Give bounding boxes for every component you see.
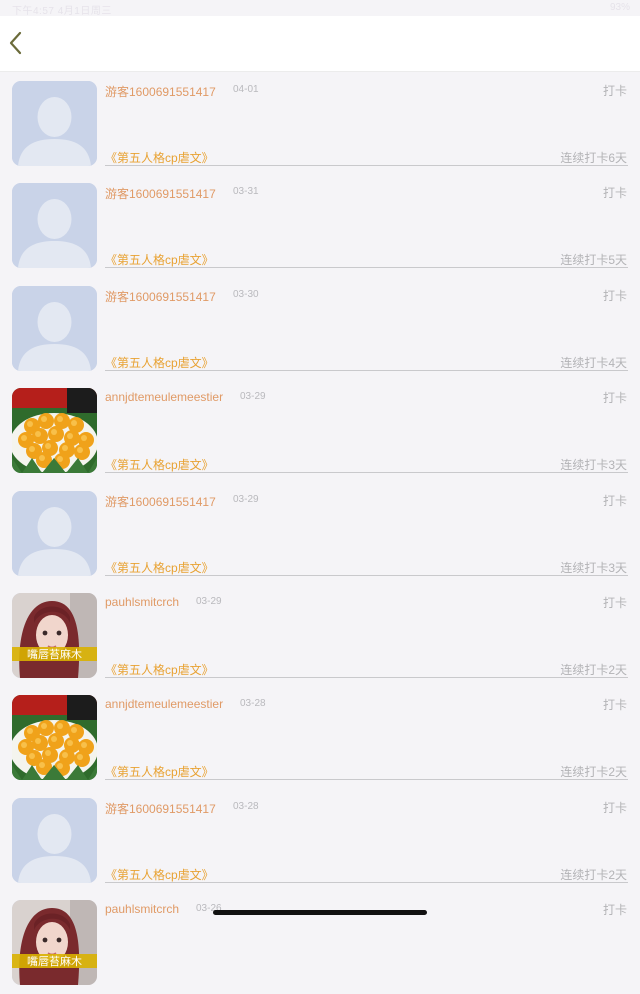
username[interactable]: pauhlsmitcrch (105, 902, 179, 916)
book-title-link[interactable]: 《第五人格cp虐文》 (105, 149, 214, 166)
checkin-label: 打卡 (602, 84, 627, 98)
checkin-label: 打卡 (602, 903, 627, 918)
checkin-label: 打卡 (602, 288, 627, 303)
row-divider (105, 676, 628, 678)
checkin-row[interactable]: annjdtemeulemeestier 03-28 打卡《第五人格cp虐文》 连续打… (0, 686, 640, 788)
book-title-link[interactable]: 《第五人格cp虐文》 (105, 559, 214, 576)
checkin-label: 打卡 (602, 391, 627, 406)
back-button[interactable] (6, 28, 28, 58)
avatar[interactable]: 嘴唇苔麻木 (12, 900, 97, 986)
row-divider (105, 165, 628, 166)
chevron-left-icon (9, 31, 22, 55)
avatar[interactable] (12, 183, 97, 269)
streak-count: 连续打卡3天 (560, 560, 627, 575)
avatar[interactable] (12, 695, 97, 781)
username[interactable]: annjdtemeulemeestier (105, 390, 223, 404)
row-divider (105, 881, 628, 883)
username[interactable]: annjdtemeulemeestier (105, 697, 223, 711)
checkin-row[interactable]: 游客1600691551417 03-31 打卡《第五人格cp虐文》 连续打卡5天 (0, 174, 640, 276)
nav-bar (0, 16, 640, 72)
streak-count: 连续打卡4天 (560, 355, 627, 370)
checkin-row[interactable]: 游客1600691551417 04-01 打卡《第五人格cp虐文》 连续打卡6天 (0, 72, 640, 174)
checkin-row[interactable]: 嘴唇苔麻木 pauhlsmitcrch 03-29 打卡《第五人格cp虐文》 连续打卡2… (0, 584, 640, 686)
book-title-link[interactable]: 《第五人格cp虐文》 (105, 456, 214, 473)
avatar[interactable] (12, 388, 97, 474)
avatar[interactable]: 嘴唇苔麻木 (12, 592, 97, 678)
row-divider (105, 472, 628, 474)
avatar[interactable] (12, 797, 97, 883)
avatar[interactable] (12, 81, 97, 166)
battery-status: 93% (609, 2, 630, 13)
status-time: 下午4:57 4月1日周三 (12, 6, 112, 17)
book-title-link[interactable]: 《第五人格cp虐文》 (105, 354, 214, 371)
streak-count: 连续打卡6天 (560, 151, 627, 165)
streak-count: 连续打卡2天 (560, 867, 627, 882)
avatar[interactable] (12, 285, 97, 371)
svg-text:嘴唇苔麻木: 嘴唇苔麻木 (27, 954, 82, 968)
home-indicator (213, 910, 427, 915)
post-date: 03-30 (233, 288, 259, 300)
streak-count: 连续打卡2天 (560, 662, 627, 677)
book-title-link[interactable]: 《第五人格cp虐文》 (105, 763, 214, 780)
streak-count: 连续打卡5天 (560, 253, 627, 268)
book-title-link[interactable]: 《第五人格cp虐文》 (105, 661, 214, 678)
book-title-link[interactable]: 《第五人格cp虐文》 (105, 251, 214, 268)
checkin-label: 打卡 (602, 698, 627, 713)
post-date: 03-31 (233, 186, 259, 198)
username[interactable]: 游客1600691551417 (105, 800, 216, 817)
checkin-row[interactable]: 游客1600691551417 03-30 打卡《第五人格cp虐文》 连续打卡4天 (0, 277, 640, 379)
username[interactable]: pauhlsmitcrch (105, 595, 179, 609)
checkin-label: 打卡 (602, 800, 627, 815)
checkin-row[interactable]: 游客1600691551417 03-28 打卡《第五人格cp虐文》 连续打卡2天 (0, 789, 640, 891)
svg-text:嘴唇苔麻木: 嘴唇苔麻木 (27, 647, 82, 661)
post-date: 04-01 (233, 84, 259, 95)
username[interactable]: 游客1600691551417 (105, 493, 216, 510)
checkin-row[interactable]: annjdtemeulemeestier 03-29 打卡《第五人格cp虐文》 连续打… (0, 379, 640, 481)
checkin-label: 打卡 (602, 186, 627, 201)
username[interactable]: 游客1600691551417 (105, 83, 216, 100)
streak-count: 连续打卡3天 (560, 458, 627, 473)
username[interactable]: 游客1600691551417 (105, 185, 216, 202)
username[interactable]: 游客1600691551417 (105, 288, 216, 305)
book-title-link[interactable]: 《第五人格cp虐文》 (105, 866, 214, 883)
checkin-label: 打卡 (602, 493, 627, 508)
row-divider (105, 369, 628, 371)
row-divider (105, 574, 628, 576)
checkin-list: 游客1600691551417 04-01 打卡 《第五人格cp虐文》 连续打卡6天 游客… (0, 72, 640, 994)
row-divider (105, 267, 628, 269)
checkin-row[interactable]: 游客1600691551417 03-29 打卡《第五人格cp虐文》 连续打卡3天 (0, 482, 640, 584)
post-date: 03-28 (233, 800, 259, 812)
avatar[interactable] (12, 490, 97, 576)
post-date: 03-29 (240, 391, 266, 403)
checkin-row[interactable]: 嘴唇苔麻木 pauhlsmitcrch 03-26 打卡 (0, 891, 640, 993)
post-date: 03-29 (196, 595, 222, 607)
streak-count: 连续打卡2天 (560, 765, 627, 780)
row-divider (105, 779, 628, 781)
checkin-label: 打卡 (602, 595, 627, 610)
post-date: 03-28 (240, 698, 266, 710)
status-bar: 下午4:57 4月1日周三 93% (0, 0, 640, 17)
post-date: 03-29 (233, 493, 259, 505)
